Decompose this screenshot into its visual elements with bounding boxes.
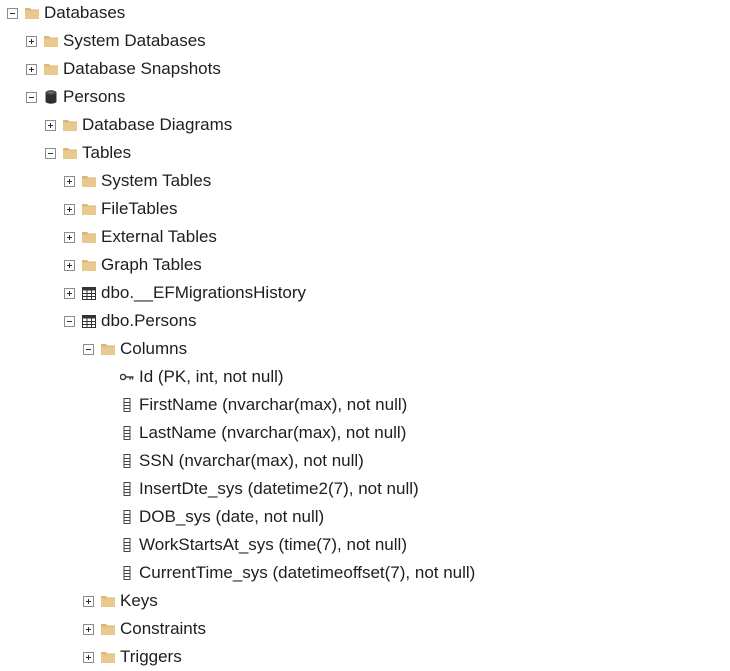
tree-node-graph-tables[interactable]: Graph Tables: [64, 251, 202, 279]
column-item-currenttime-sys[interactable]: CurrentTime_sys (datetimeoffset(7), not …: [102, 559, 475, 587]
column-icon: [120, 398, 134, 412]
collapse-toggle-icon[interactable]: [26, 91, 37, 103]
folder-icon: [44, 62, 58, 76]
collapse-toggle-icon[interactable]: [64, 315, 75, 327]
collapse-toggle-icon[interactable]: [83, 343, 94, 355]
collapse-toggle-icon[interactable]: [7, 7, 18, 19]
tree-node-ef-migrations-history[interactable]: dbo.__EFMigrationsHistory: [64, 279, 306, 307]
folder-icon: [82, 230, 96, 244]
folder-icon: [101, 342, 115, 356]
column-label: DOB_sys (date, not null): [139, 507, 325, 526]
column-item-workstartsat-sys[interactable]: WorkStartsAt_sys (time(7), not null): [102, 531, 407, 559]
expand-toggle-icon[interactable]: [64, 259, 75, 271]
column-item-ssn[interactable]: SSN (nvarchar(max), not null): [102, 447, 364, 475]
tree-node-label: External Tables: [101, 227, 217, 246]
tree-node-label: System Databases: [63, 31, 206, 50]
column-label: FirstName (nvarchar(max), not null): [139, 395, 408, 414]
column-label: InsertDte_sys (datetime2(7), not null): [139, 479, 419, 498]
tree-node-databases[interactable]: Databases: [7, 0, 125, 27]
column-label: LastName (nvarchar(max), not null): [139, 423, 407, 442]
tree-node-label: Tables: [82, 143, 132, 162]
tree-node-external-tables[interactable]: External Tables: [64, 223, 217, 251]
column-item-id[interactable]: Id (PK, int, not null): [102, 363, 284, 391]
tree-node-label: dbo.Persons: [101, 311, 197, 330]
expand-toggle-icon[interactable]: [26, 35, 37, 47]
database-icon: [44, 90, 58, 104]
tree-node-label: System Tables: [101, 171, 212, 190]
tree-node-label: FileTables: [101, 199, 178, 218]
folder-icon: [82, 258, 96, 272]
tree-node-label: Triggers: [120, 647, 182, 666]
tree-node-label: Keys: [120, 591, 158, 610]
column-icon: [120, 538, 134, 552]
expand-toggle-icon[interactable]: [83, 623, 94, 635]
tree-node-system-databases[interactable]: System Databases: [26, 27, 206, 55]
folder-icon: [82, 174, 96, 188]
column-item-lastname[interactable]: LastName (nvarchar(max), not null): [102, 419, 406, 447]
expand-toggle-icon[interactable]: [45, 119, 56, 131]
folder-icon: [101, 650, 115, 664]
collapse-toggle-icon[interactable]: [45, 147, 56, 159]
column-label: CurrentTime_sys (datetimeoffset(7), not …: [139, 563, 476, 582]
expand-toggle-icon[interactable]: [64, 175, 75, 187]
expand-toggle-icon[interactable]: [64, 231, 75, 243]
folder-icon: [63, 118, 77, 132]
column-icon: [120, 482, 134, 496]
folder-icon: [44, 34, 58, 48]
folder-icon: [101, 594, 115, 608]
expand-toggle-icon[interactable]: [83, 651, 94, 663]
tree-node-label: Graph Tables: [101, 255, 202, 274]
table-icon: [82, 314, 96, 328]
tree-node-tables[interactable]: Tables: [45, 139, 131, 167]
column-icon: [120, 454, 134, 468]
column-label: Id (PK, int, not null): [139, 367, 284, 386]
table-icon: [82, 286, 96, 300]
tree-node-label: Databases: [44, 3, 126, 22]
folder-icon: [63, 146, 77, 160]
column-item-insertdte-sys[interactable]: InsertDte_sys (datetime2(7), not null): [102, 475, 419, 503]
tree-node-constraints[interactable]: Constraints: [83, 615, 206, 643]
folder-icon: [82, 202, 96, 216]
tree-node-label: Database Diagrams: [82, 115, 233, 134]
column-label: WorkStartsAt_sys (time(7), not null): [139, 535, 407, 554]
folder-icon: [25, 6, 39, 20]
column-item-firstname[interactable]: FirstName (nvarchar(max), not null): [102, 391, 407, 419]
expand-toggle-icon[interactable]: [64, 203, 75, 215]
tree-node-database-diagrams[interactable]: Database Diagrams: [45, 111, 232, 139]
expand-toggle-icon[interactable]: [64, 287, 75, 299]
tree-node-label: dbo.__EFMigrationsHistory: [101, 283, 307, 302]
expand-toggle-icon[interactable]: [26, 63, 37, 75]
tree-node-system-tables[interactable]: System Tables: [64, 167, 211, 195]
tree-node-persons-db[interactable]: Persons: [26, 83, 125, 111]
column-icon: [120, 566, 134, 580]
expand-toggle-icon[interactable]: [83, 595, 94, 607]
column-icon: [120, 426, 134, 440]
tree-node-filetables[interactable]: FileTables: [64, 195, 178, 223]
tree-node-triggers[interactable]: Triggers: [83, 643, 182, 671]
tree-node-keys[interactable]: Keys: [83, 587, 158, 615]
tree-node-label: Columns: [120, 339, 188, 358]
key-icon: [120, 370, 134, 384]
tree-node-dbo-persons[interactable]: dbo.Persons: [64, 307, 196, 335]
column-item-dob-sys[interactable]: DOB_sys (date, not null): [102, 503, 324, 531]
column-label: SSN (nvarchar(max), not null): [139, 451, 364, 470]
column-icon: [120, 510, 134, 524]
tree-node-label: Persons: [63, 87, 126, 106]
folder-icon: [101, 622, 115, 636]
tree-node-columns[interactable]: Columns: [83, 335, 187, 363]
tree-node-label: Database Snapshots: [63, 59, 221, 78]
tree-node-label: Constraints: [120, 619, 206, 638]
tree-node-database-snapshots[interactable]: Database Snapshots: [26, 55, 221, 83]
